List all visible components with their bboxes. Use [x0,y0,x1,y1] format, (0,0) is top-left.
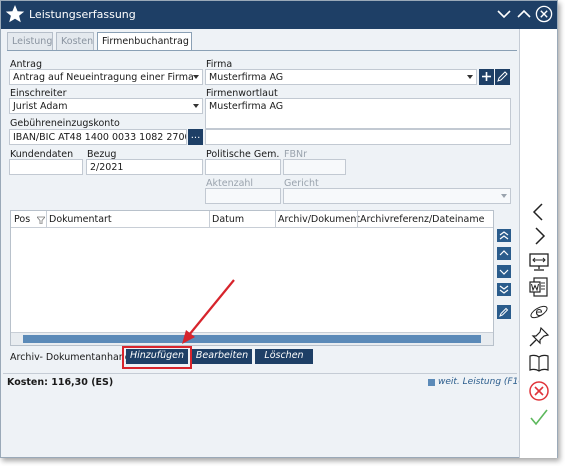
chevron-right-icon[interactable] [528,225,550,247]
pencil-icon [499,307,509,317]
antrag-select[interactable]: Antrag auf Neueintragung einer Firma [9,69,203,85]
bezug-field[interactable]: 2/2021 [86,159,203,175]
column-separator [46,211,47,228]
einschreiter-value: Jurist Adam [13,101,68,112]
column-header-dokumentart[interactable]: Dokumentart [49,214,112,225]
chevron-down-icon [193,104,199,108]
tab-kosten[interactable]: Kosten [56,32,94,50]
cancel-icon[interactable] [528,380,550,402]
firma-value: Musterfirma AG [209,72,284,83]
book-icon[interactable] [528,352,550,374]
table-header: Pos Dokumentart Datum Archiv/Dokument Ar… [11,211,493,228]
title-bar: Leistungserfassung [1,1,557,29]
column-header-archiv-dokument[interactable]: Archiv/Dokument [278,214,360,225]
horizontal-scrollbar[interactable] [11,332,493,345]
highlight-box [122,346,192,369]
einschreiter-select[interactable]: Jurist Adam [9,98,203,114]
kosten-summary: Kosten: 116,30 (ES) [7,377,114,388]
pin-icon[interactable] [528,326,550,348]
antrag-value: Antrag auf Neueintragung einer Firma [13,72,194,83]
chevron-down-icon [501,194,507,198]
weit-leistung-link[interactable]: weit. Leistung (F10) [438,377,528,387]
plus-icon [482,72,491,81]
pin-row-button[interactable] [497,305,511,319]
edit-firma-button[interactable] [495,69,510,85]
column-separator [275,211,276,228]
tab-divider [7,50,517,51]
square-icon [428,379,435,386]
check-icon[interactable] [528,406,550,428]
side-toolbar: e [519,29,557,458]
politische-gem-field[interactable] [205,159,281,175]
word-document-icon[interactable] [528,276,550,298]
move-to-top-button[interactable] [497,229,511,242]
chevron-down-icon[interactable] [495,5,513,23]
double-chevron-up-icon [499,231,509,240]
pencil-icon [497,71,508,82]
gebuehren-value: IBAN/BIC AT48 1400 0033 1082 2700 - BI [13,132,186,143]
tab-leistung[interactable]: Leistung [7,32,53,50]
star-icon [5,5,25,23]
column-separator [209,211,210,228]
bearbeiten-button[interactable]: Bearbeiten [192,349,252,364]
column-header-pos[interactable]: Pos [14,214,30,225]
browse-button[interactable]: ... [188,129,203,145]
filter-icon[interactable] [37,216,45,224]
firmenwortlaut-field-line2[interactable] [205,129,511,145]
internet-explorer-icon[interactable]: e [528,301,550,323]
svg-text:e: e [535,305,542,319]
firma-select[interactable]: Musterfirma AG [205,69,477,85]
double-chevron-down-icon [499,285,509,294]
chevron-down-icon [193,75,199,79]
column-header-datum[interactable]: Datum [212,214,244,225]
window-title: Leistungserfassung [29,8,136,21]
kundendaten-field[interactable] [9,159,83,175]
gericht-select [283,188,511,204]
footer-divider [3,373,517,374]
chevron-down-icon [467,75,473,79]
close-icon[interactable] [535,5,553,23]
loeschen-button[interactable]: Löschen [255,349,313,364]
chevron-up-icon [499,250,509,256]
gebuehren-field[interactable]: IBAN/BIC AT48 1400 0033 1082 2700 - BI [9,129,187,145]
move-up-button[interactable] [497,247,511,260]
documents-table[interactable]: Pos Dokumentart Datum Archiv/Dokument Ar… [10,210,494,346]
bezug-value: 2/2021 [90,162,124,173]
screen-resize-icon[interactable] [528,251,550,273]
chevron-left-icon[interactable] [528,201,550,223]
move-down-button[interactable] [497,265,511,278]
add-firma-button[interactable] [479,69,494,85]
chevron-up-icon[interactable] [515,5,533,23]
column-header-archivreferenz[interactable]: Archivreferenz/Dateiname [360,214,484,225]
firmenwortlaut-value: Musterfirma AG [209,101,284,112]
chevron-down-icon [499,269,509,275]
leistungserfassung-window: Leistungserfassung Leistung Kosten Firme… [0,0,558,458]
attachments-label: Archiv- Dokumentanhang: [10,352,135,363]
gebuehren-label: Gebühreneinzugskonto [10,118,120,129]
tab-firmenbuchantrag[interactable]: Firmenbuchantrag [97,32,192,51]
scrollbar-thumb[interactable] [23,335,481,343]
annotation-arrow [182,279,235,344]
move-to-bottom-button[interactable] [497,283,511,296]
firmenwortlaut-field[interactable]: Musterfirma AG [205,98,511,129]
column-separator [357,211,358,228]
aktenzahl-field [205,188,281,204]
fbnr-field [283,159,346,175]
